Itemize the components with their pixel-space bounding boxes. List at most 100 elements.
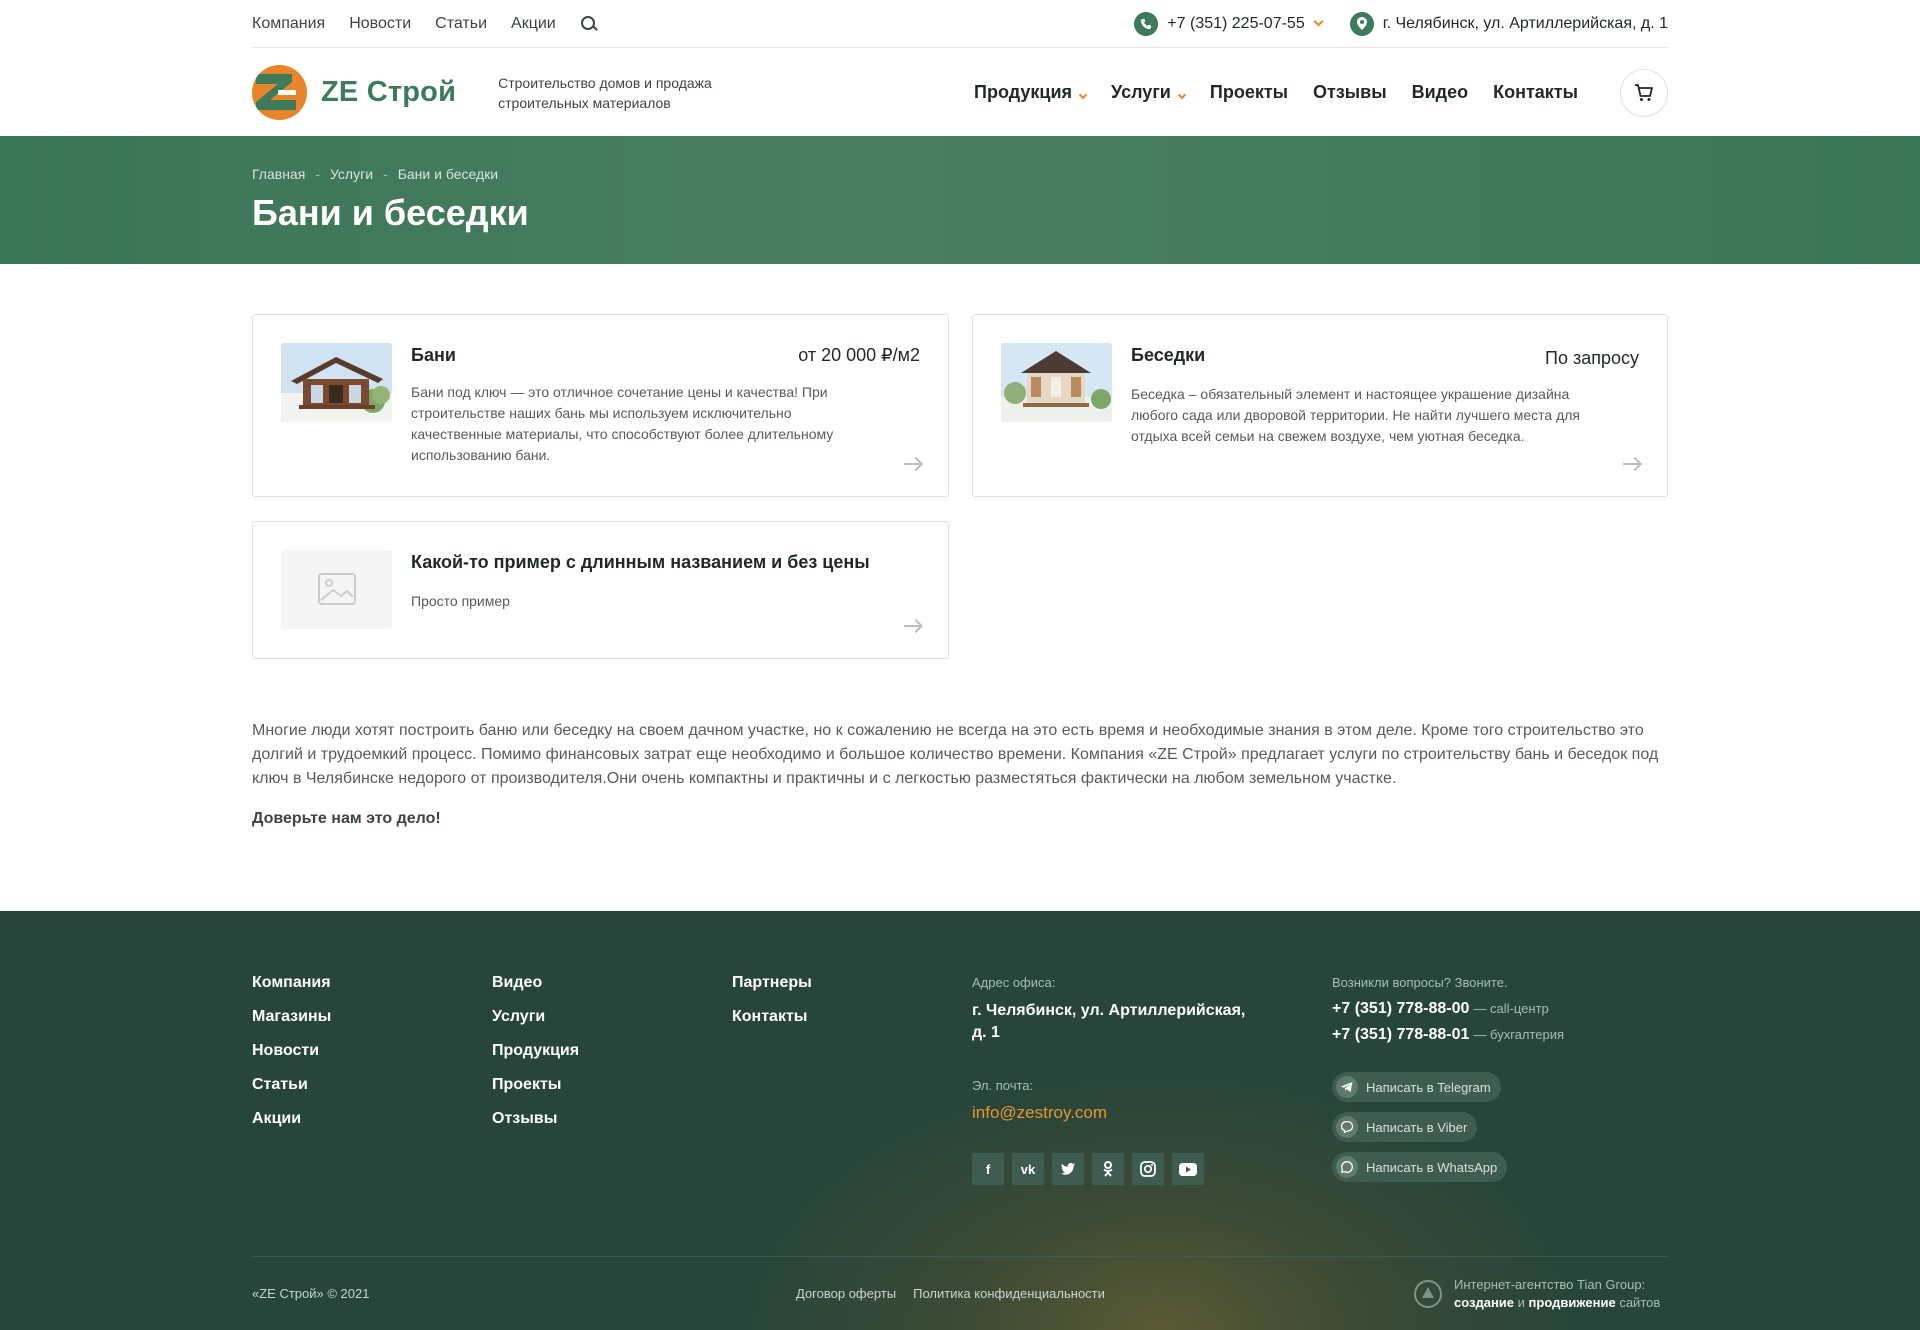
chevron-down-icon <box>1078 90 1088 100</box>
footer-link-projects[interactable]: Проекты <box>492 1076 579 1094</box>
top-link-articles[interactable]: Статьи <box>435 15 487 33</box>
main-nav: Продукция Услуги Проекты Отзывы Видео Ко… <box>974 82 1578 103</box>
seo-cta: Доверьте нам это дело! <box>252 810 441 827</box>
messenger-buttons: Написать в Telegram Написать в Viber Нап… <box>1332 1072 1662 1182</box>
cart-button[interactable] <box>1620 68 1668 117</box>
agency-and: и <box>1517 1295 1525 1310</box>
breadcrumb-separator: - <box>315 166 320 182</box>
agency-credit[interactable]: Интернет-агентство Tian Group: создание … <box>1414 1276 1660 1312</box>
address-block: г. Челябинск, ул. Артиллерийская, д. 1 <box>1349 11 1668 36</box>
chevron-down-icon <box>1313 16 1324 27</box>
header-address: г. Челябинск, ул. Артиллерийская, д. 1 <box>1382 14 1668 32</box>
footer-link-products[interactable]: Продукция <box>492 1042 579 1060</box>
top-link-promos[interactable]: Акции <box>511 15 556 33</box>
telegram-icon <box>1336 1076 1358 1098</box>
footer-link-company[interactable]: Компания <box>252 974 331 992</box>
footer-divider <box>252 1256 1668 1257</box>
breadcrumb-current: Бани и беседки <box>397 166 499 182</box>
agency-line1: Интернет-агентство Tian Group: <box>1454 1277 1646 1292</box>
copyright: «ZE Строй» © 2021 <box>252 1286 370 1301</box>
nav-item-services[interactable]: Услуги <box>1111 82 1187 103</box>
footer-link-partners[interactable]: Партнеры <box>732 974 812 992</box>
top-contacts: +7 (351) 225-07-55 г. Челябинск, ул. Арт… <box>1134 11 1668 36</box>
header-phone[interactable]: +7 (351) 225-07-55 <box>1167 15 1304 33</box>
vk-icon[interactable]: vk <box>1012 1153 1044 1185</box>
nav-item-label: Продукция <box>974 82 1073 102</box>
telegram-label: Написать в Telegram <box>1366 1079 1491 1095</box>
page-banner: Главная - Услуги - Бани и беседки Бани и… <box>0 136 1920 264</box>
offer-link[interactable]: Договор оферты <box>796 1286 896 1301</box>
phone-row-callcenter: +7 (351) 778-88-00 — call-центр <box>1332 1000 1662 1018</box>
breadcrumb-home[interactable]: Главная <box>252 166 305 182</box>
footer-link-stores[interactable]: Магазины <box>252 1008 331 1026</box>
card-image-gazebo <box>1001 343 1112 422</box>
top-link-company[interactable]: Компания <box>252 15 325 33</box>
page-title: Бани и беседки <box>252 192 529 233</box>
breadcrumb-services[interactable]: Услуги <box>330 166 373 182</box>
phone-callcenter[interactable]: +7 (351) 778-88-00 <box>1332 1000 1469 1017</box>
arrow-right-icon[interactable] <box>904 620 922 632</box>
youtube-icon[interactable] <box>1172 1153 1204 1185</box>
top-bar: Компания Новости Статьи Акции +7 (351) 2… <box>0 0 1920 49</box>
card-description: Просто пример <box>411 593 510 609</box>
footer-link-reviews[interactable]: Отзывы <box>492 1110 579 1128</box>
phone-icon <box>1134 11 1159 36</box>
chevron-down-icon <box>1177 90 1187 100</box>
image-placeholder-icon <box>281 550 392 629</box>
footer-link-news[interactable]: Новости <box>252 1042 331 1060</box>
footer-link-video[interactable]: Видео <box>492 974 579 992</box>
top-link-news[interactable]: Новости <box>349 15 411 33</box>
footer-link-services[interactable]: Услуги <box>492 1008 579 1026</box>
arrow-right-icon[interactable] <box>1623 458 1641 470</box>
phone-row-accounting: +7 (351) 778-88-01 — бухгалтерия <box>1332 1026 1662 1044</box>
nav-item-products[interactable]: Продукция <box>974 82 1088 103</box>
seo-text: Многие люди хотят построить баню или бес… <box>252 719 1668 831</box>
card-price: от 20 000 ₽/м2 <box>798 345 920 365</box>
service-card-example[interactable]: Какой-то пример с длинным названием и бе… <box>252 521 949 659</box>
footer-col-1: Компания Магазины Новости Статьи Акции <box>252 974 331 1128</box>
logo-text: ZE Строй <box>321 76 457 108</box>
top-nav: Компания Новости Статьи Акции <box>252 15 598 33</box>
card-image-bathhouse <box>281 343 392 422</box>
phone-note: — call-центр <box>1473 1001 1549 1016</box>
agency-logo-icon <box>1414 1280 1442 1308</box>
service-card-besedki[interactable]: Беседки По запросу Беседка – обязательны… <box>972 314 1668 497</box>
phone-accounting[interactable]: +7 (351) 778-88-01 <box>1332 1026 1469 1043</box>
agency-sites: сайтов <box>1619 1295 1661 1310</box>
whatsapp-button[interactable]: Написать в WhatsApp <box>1332 1152 1508 1182</box>
card-title: Бани <box>411 345 456 365</box>
viber-button[interactable]: Написать в Viber <box>1332 1112 1478 1142</box>
nav-item-contacts[interactable]: Контакты <box>1493 82 1578 103</box>
nav-item-reviews[interactable]: Отзывы <box>1313 82 1387 103</box>
nav-item-video[interactable]: Видео <box>1412 82 1469 103</box>
search-icon[interactable] <box>580 15 598 33</box>
location-pin-icon <box>1349 11 1374 36</box>
whatsapp-icon <box>1336 1156 1358 1178</box>
footer-link-articles[interactable]: Статьи <box>252 1076 331 1094</box>
footer-link-contacts[interactable]: Контакты <box>732 1008 812 1026</box>
whatsapp-label: Написать в WhatsApp <box>1366 1159 1498 1175</box>
footer-link-promos[interactable]: Акции <box>252 1110 331 1128</box>
phones-label: Возникли вопросы? Звоните. <box>1332 975 1508 990</box>
arrow-right-icon[interactable] <box>904 458 922 470</box>
office-address: г. Челябинск, ул. Артиллерийская, д. 1 <box>972 1002 1246 1041</box>
address-label: Адрес офиса: <box>972 975 1056 990</box>
legal-links: Договор оферты Политика конфиденциальнос… <box>796 1286 1105 1301</box>
phone-dropdown[interactable]: +7 (351) 225-07-55 <box>1134 11 1324 36</box>
email-link[interactable]: info@zestroy.com <box>972 1103 1272 1123</box>
service-card-bani[interactable]: Бани от 20 000 ₽/м2 Бани под ключ — это … <box>252 314 949 497</box>
seo-paragraph: Многие люди хотят построить баню или бес… <box>252 722 1659 787</box>
telegram-button[interactable]: Написать в Telegram <box>1332 1072 1501 1102</box>
instagram-icon[interactable] <box>1132 1153 1164 1185</box>
facebook-icon[interactable]: f <box>972 1153 1004 1185</box>
logo[interactable]: ZE Строй <box>252 65 456 120</box>
twitter-icon[interactable] <box>1052 1153 1084 1185</box>
privacy-link[interactable]: Политика конфиденциальности <box>913 1286 1105 1301</box>
odnoklassniki-icon[interactable] <box>1092 1153 1124 1185</box>
nav-item-label: Услуги <box>1111 82 1171 102</box>
nav-item-projects[interactable]: Проекты <box>1210 82 1288 103</box>
cart-icon <box>1635 83 1653 101</box>
tagline: Строительство домов и продажа строительн… <box>498 74 712 111</box>
viber-icon <box>1336 1116 1358 1138</box>
agency-text: Интернет-агентство Tian Group: создание … <box>1454 1276 1660 1312</box>
